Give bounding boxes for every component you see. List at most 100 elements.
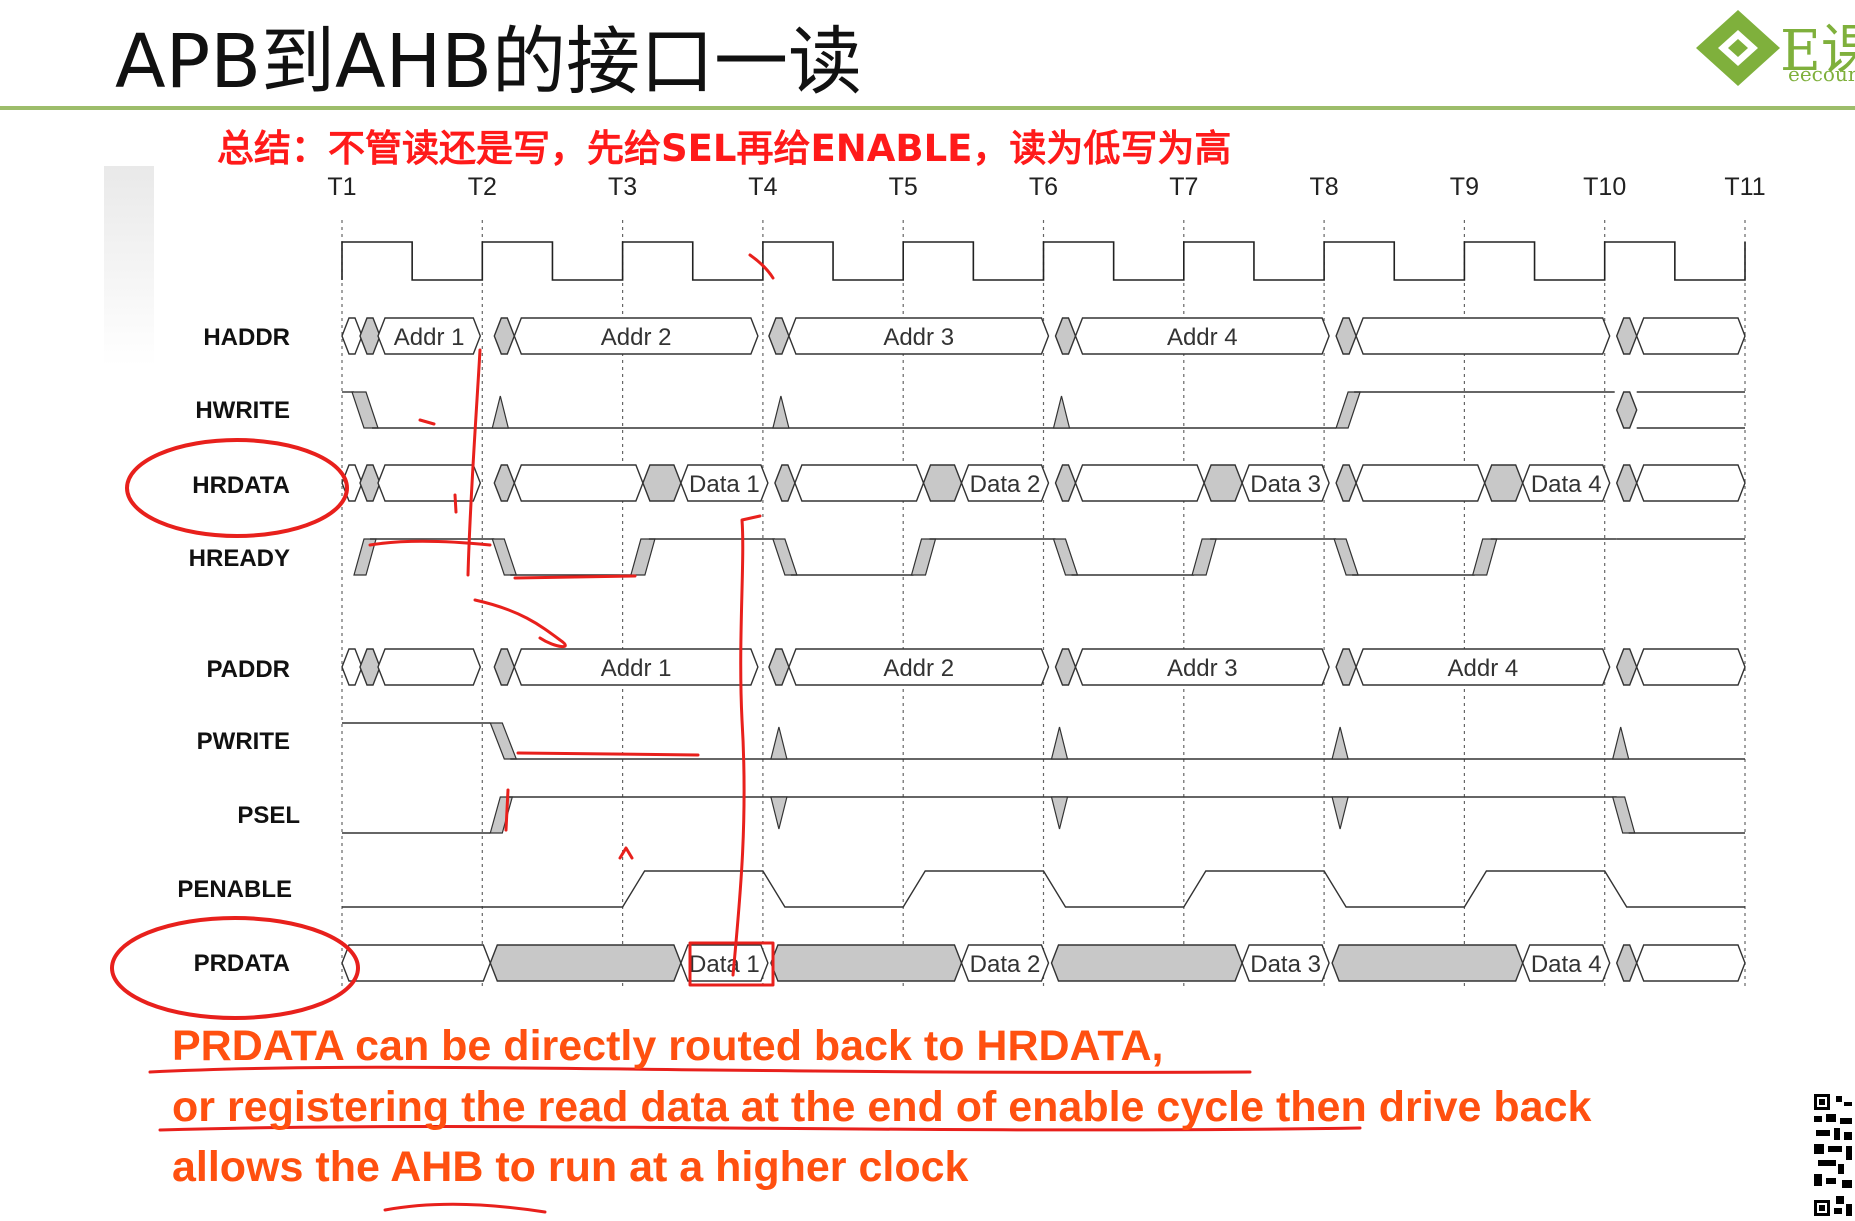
annotation-stroke [516,751,700,757]
paddr-seg-label: Addr 3 [1167,655,1238,682]
annotation-stroke [504,788,510,832]
annotation-stroke [618,846,634,860]
hrdata-seg [922,464,963,502]
pwrite-transition [489,722,518,760]
bus-transition [1335,464,1357,502]
prdata-seg [1331,944,1524,982]
psel-glitch [770,796,788,830]
paddr-seg [1635,648,1746,686]
hready-transition [1333,538,1359,576]
cycle-label: T3 [608,173,637,201]
bus-transition [359,317,381,355]
cycle-label: T5 [889,173,918,201]
prdata-seg-label: Data 1 [689,951,760,978]
bus-transition [493,317,516,355]
annotation-underline [383,1202,547,1214]
annotation-stroke [453,493,458,514]
psel-glitch [1331,796,1349,830]
bus-transition [1335,648,1357,686]
annotation-stroke [418,418,436,426]
prdata-seg-label: Data 4 [1531,951,1602,978]
bus-transition [1054,464,1077,502]
bus-transition [1054,648,1077,686]
bus-transition [1615,648,1638,686]
note-line-3: allows the AHB to run at a higher clock [172,1143,969,1191]
signal-name-penable: PENABLE [177,876,292,903]
annotation-stroke [466,348,482,577]
haddr-seg [1635,317,1746,355]
hready-transition [772,538,798,576]
pwrite-glitch [1331,726,1349,760]
hready-transition [1052,538,1079,576]
paddr-seg [377,648,482,686]
signal-name-psel: PSEL [237,802,300,829]
annotation-stroke [473,598,567,648]
bus-transition [768,648,790,686]
pwrite-glitch [770,726,788,760]
hrdata-seg [1203,464,1243,502]
signal-name-prdata: PRDATA [194,950,290,977]
paddr-seg [341,648,363,686]
paddr-seg-label: Addr 2 [883,655,954,682]
haddr-seg-label: Addr 1 [394,324,465,351]
bus-transition [493,464,516,502]
hrdata-seg-label: Data 2 [970,471,1041,498]
hrdata-seg-label: Data 4 [1531,471,1602,498]
annotation-stroke [368,539,492,547]
hrdata-seg-label: Data 1 [689,471,760,498]
bus-transition [774,464,796,502]
bus-transition [1615,317,1638,355]
note-line-1: PRDATA can be directly routed back to HR… [172,1022,1164,1070]
prdata-seg-label: Data 3 [1250,951,1321,978]
hready-transition [630,538,656,576]
hwrite-glitch [491,395,510,429]
signal-name-hready: HREADY [189,545,290,572]
psel-glitch [1050,796,1069,830]
hrdata-seg [1635,464,1746,502]
bus-transition [359,648,381,686]
prdata-seg [341,944,492,982]
signal-name-haddr: HADDR [203,324,290,351]
hready-transition [1191,538,1217,576]
pwrite-glitch [1611,726,1630,760]
hrdata-seg [1355,464,1486,502]
signal-name-paddr: PADDR [206,656,290,683]
hrdata-seg [1074,464,1205,502]
cycle-label: T8 [1310,173,1339,201]
qr-code-icon [1812,1092,1855,1221]
haddr-seg-label: Addr 3 [883,324,954,351]
pwrite-glitch [1050,726,1069,760]
hrdata-seg [1483,464,1524,502]
prdata-seg-label: Data 2 [970,951,1041,978]
bus-transition [768,317,790,355]
cycle-label: T1 [327,173,356,201]
psel-transition [1611,796,1636,834]
paddr-seg-label: Addr 4 [1448,655,1519,682]
annotation-stroke [748,253,775,280]
cycle-label: T4 [748,173,777,201]
hrdata-seg [513,464,644,502]
haddr-seg [1355,317,1611,355]
annotation-stroke [513,574,637,580]
bus-transition [359,464,381,502]
haddr-seg-label: Addr 2 [601,324,672,351]
note-line-2: or registering the read data at the end … [172,1083,1592,1131]
hwrite-transition [1335,391,1361,429]
prdata-seg [1050,944,1243,982]
cycle-label: T9 [1450,173,1479,201]
cycle-label: T11 [1724,173,1765,201]
bus-transition [1054,317,1077,355]
paddr-seg-label: Addr 1 [601,655,672,682]
signal-name-hwrite: HWRITE [195,397,290,424]
prdata-seg [489,944,682,982]
hwrite-glitch [1052,395,1071,429]
signal-name-hrdata: HRDATA [192,472,290,499]
clock-waveform [341,241,1746,281]
bus-transition [1615,464,1638,502]
hwrite-transition [351,391,379,429]
psel-transition [489,796,514,834]
hready-transition [491,538,518,576]
hwrite-glitch [772,395,790,429]
bus-transition [1335,317,1357,355]
signal-name-pwrite: PWRITE [197,728,290,755]
